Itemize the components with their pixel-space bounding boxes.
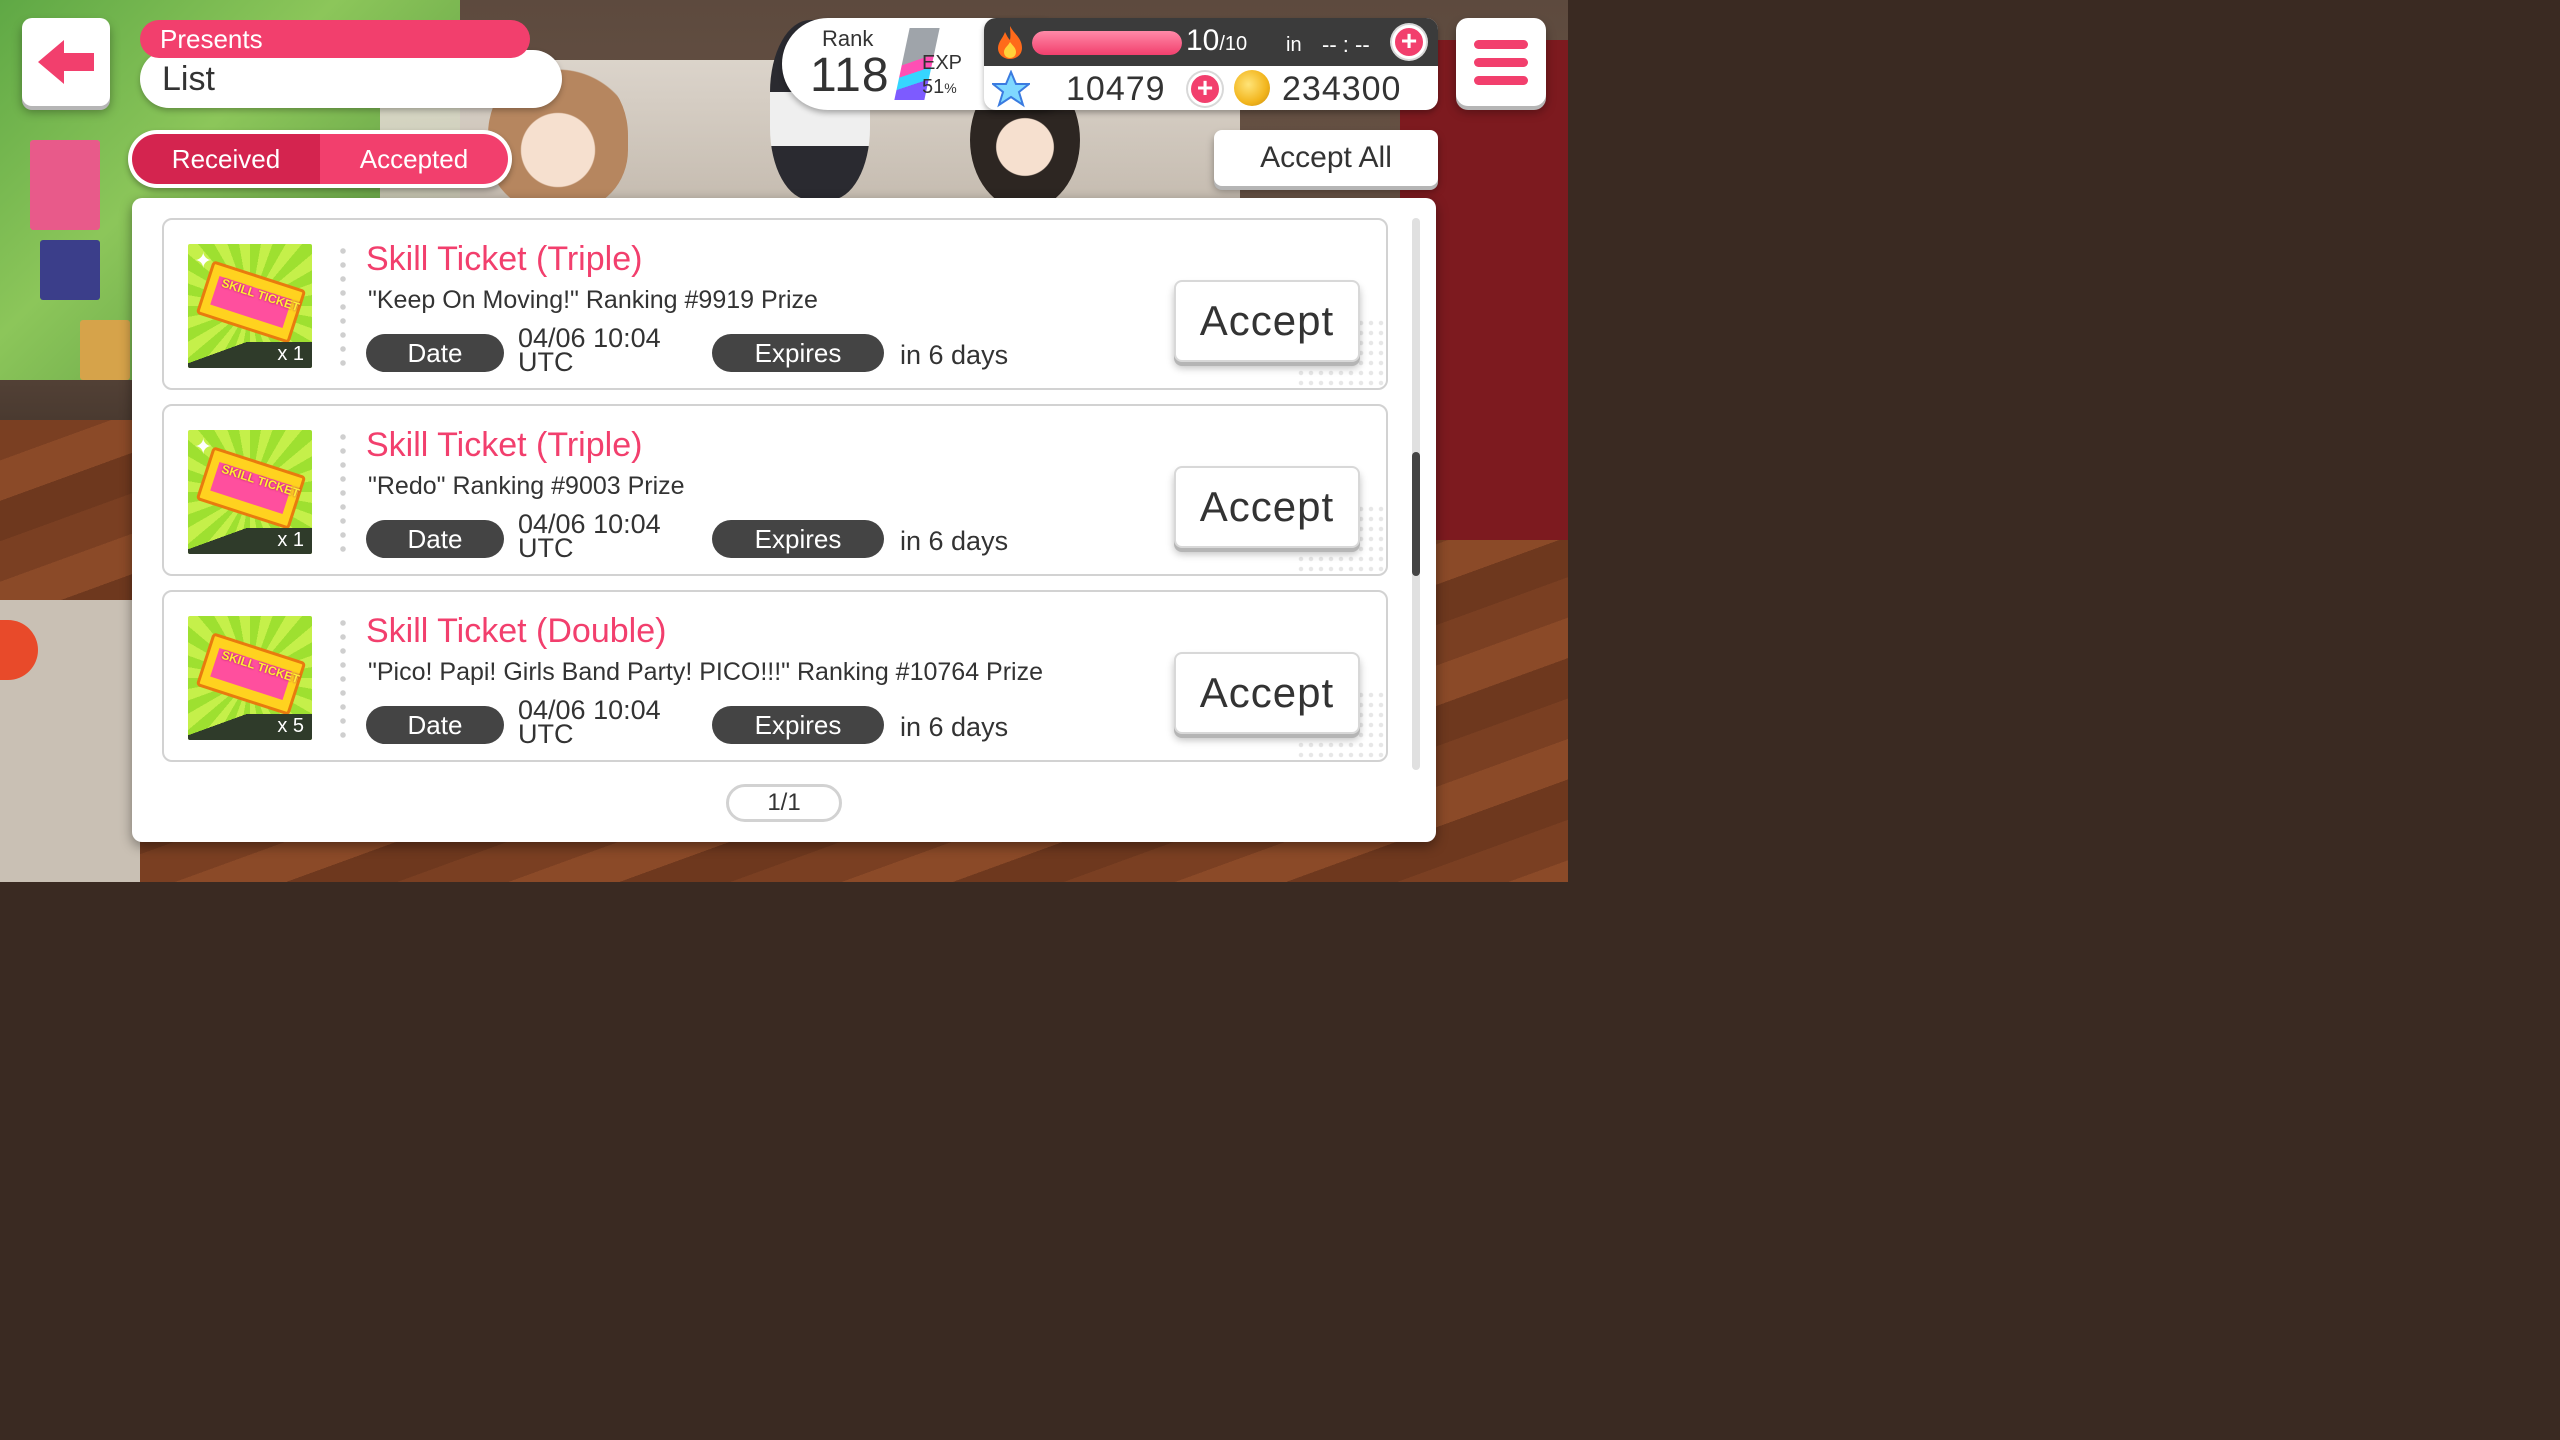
background-poster	[80, 320, 130, 380]
item-thumbnail: SKILL TICKET ✦ x 1	[188, 430, 312, 554]
item-title: Skill Ticket (Double)	[366, 612, 667, 650]
exp-unit: %	[944, 80, 957, 96]
back-button[interactable]	[22, 18, 110, 106]
coin-count: 234300	[1282, 70, 1402, 108]
stamina-bar	[1032, 31, 1182, 55]
menu-icon-bar	[1474, 40, 1528, 49]
scrollbar-thumb[interactable]	[1412, 452, 1420, 576]
menu-icon-bar	[1474, 76, 1528, 85]
expires-value: in 6 days	[900, 526, 1009, 556]
tab-accepted[interactable]: Accepted	[320, 134, 508, 184]
accept-all-button[interactable]: Accept All	[1214, 130, 1438, 186]
item-quantity: x 1	[277, 529, 304, 551]
present-card: SKILL TICKET ✦ x 1 Skill Ticket (Triple)…	[162, 218, 1388, 390]
scrollbar[interactable]	[1412, 218, 1420, 770]
star-gem-count: 10479	[1066, 70, 1166, 108]
item-thumbnail: SKILL TICKET x 5	[188, 616, 312, 740]
stamina-value: 10/10	[1186, 24, 1247, 58]
add-stamina-button[interactable]: +	[1392, 25, 1426, 59]
date-label: Date	[366, 334, 504, 372]
sparkle-icon: ✦	[194, 434, 213, 459]
expires-value: in 6 days	[900, 712, 1009, 742]
section-label: Presents	[140, 20, 530, 58]
add-stars-button[interactable]: +	[1188, 72, 1222, 106]
item-thumbnail: SKILL TICKET ✦ x 1	[188, 244, 312, 368]
tab-received[interactable]: Received	[132, 134, 320, 184]
plus-icon: +	[1400, 25, 1418, 56]
item-title: Skill Ticket (Triple)	[366, 240, 643, 278]
tab-bar: Received Accepted	[128, 130, 512, 188]
dotted-divider	[340, 430, 346, 554]
expires-value: in 6 days	[900, 340, 1009, 370]
item-quantity: x 5	[277, 715, 304, 737]
stamina-current: 10	[1186, 24, 1220, 57]
accept-button[interactable]: Accept	[1174, 280, 1360, 362]
sparkle-icon: ✦	[194, 248, 213, 273]
exp-percent: 51	[922, 76, 945, 98]
date-label: Date	[366, 520, 504, 558]
menu-button[interactable]	[1456, 18, 1546, 106]
menu-icon-bar	[1474, 58, 1528, 67]
date-timezone: UTC	[518, 533, 574, 563]
date-timezone: UTC	[518, 719, 574, 749]
date-timezone: UTC	[518, 347, 574, 377]
page-indicator: 1/1	[726, 784, 842, 822]
stamina-in-label: in	[1286, 34, 1302, 56]
date-value: 04/06 10:04 UTC	[518, 511, 661, 563]
stamina-row: 10/10 in -- : -- +	[984, 18, 1438, 66]
plus-icon: +	[1196, 72, 1214, 103]
item-description: "Redo" Ranking #9003 Prize	[368, 472, 685, 500]
accept-button[interactable]: Accept	[1174, 466, 1360, 548]
presents-panel: SKILL TICKET ✦ x 1 Skill Ticket (Triple)…	[132, 198, 1436, 842]
expires-label: Expires	[712, 706, 884, 744]
dotted-divider	[340, 244, 346, 368]
item-description: "Pico! Papi! Girls Band Party! PICO!!!" …	[368, 658, 1043, 686]
coin-icon	[1234, 70, 1270, 106]
item-quantity: x 1	[277, 343, 304, 365]
item-description: "Keep On Moving!" Ranking #9919 Prize	[368, 286, 818, 314]
exp-value: 51%	[922, 76, 957, 99]
expires-label: Expires	[712, 334, 884, 372]
back-arrow-icon	[38, 40, 94, 84]
date-value: 04/06 10:04 UTC	[518, 697, 661, 749]
background-poster	[40, 240, 100, 300]
present-card: SKILL TICKET ✦ x 1 Skill Ticket (Triple)…	[162, 404, 1388, 576]
present-card: SKILL TICKET x 5 Skill Ticket (Double) "…	[162, 590, 1388, 762]
accept-button[interactable]: Accept	[1174, 652, 1360, 734]
page-title: List	[140, 50, 562, 108]
star-icon	[992, 70, 1030, 108]
item-title: Skill Ticket (Triple)	[366, 426, 643, 464]
stamina-max: /10	[1219, 33, 1248, 55]
stamina-timer: -- : --	[1322, 32, 1370, 57]
expires-label: Expires	[712, 520, 884, 558]
exp-label: EXP	[922, 52, 963, 74]
date-value: 04/06 10:04 UTC	[518, 325, 661, 377]
rank-value: 118	[810, 49, 890, 102]
date-label: Date	[366, 706, 504, 744]
dotted-divider	[340, 616, 346, 740]
currency-panel: 10/10 in -- : -- + 10479 + 234300	[984, 18, 1438, 110]
flame-icon	[998, 26, 1022, 59]
stamina-fill	[1032, 31, 1182, 55]
background-poster	[30, 140, 100, 230]
